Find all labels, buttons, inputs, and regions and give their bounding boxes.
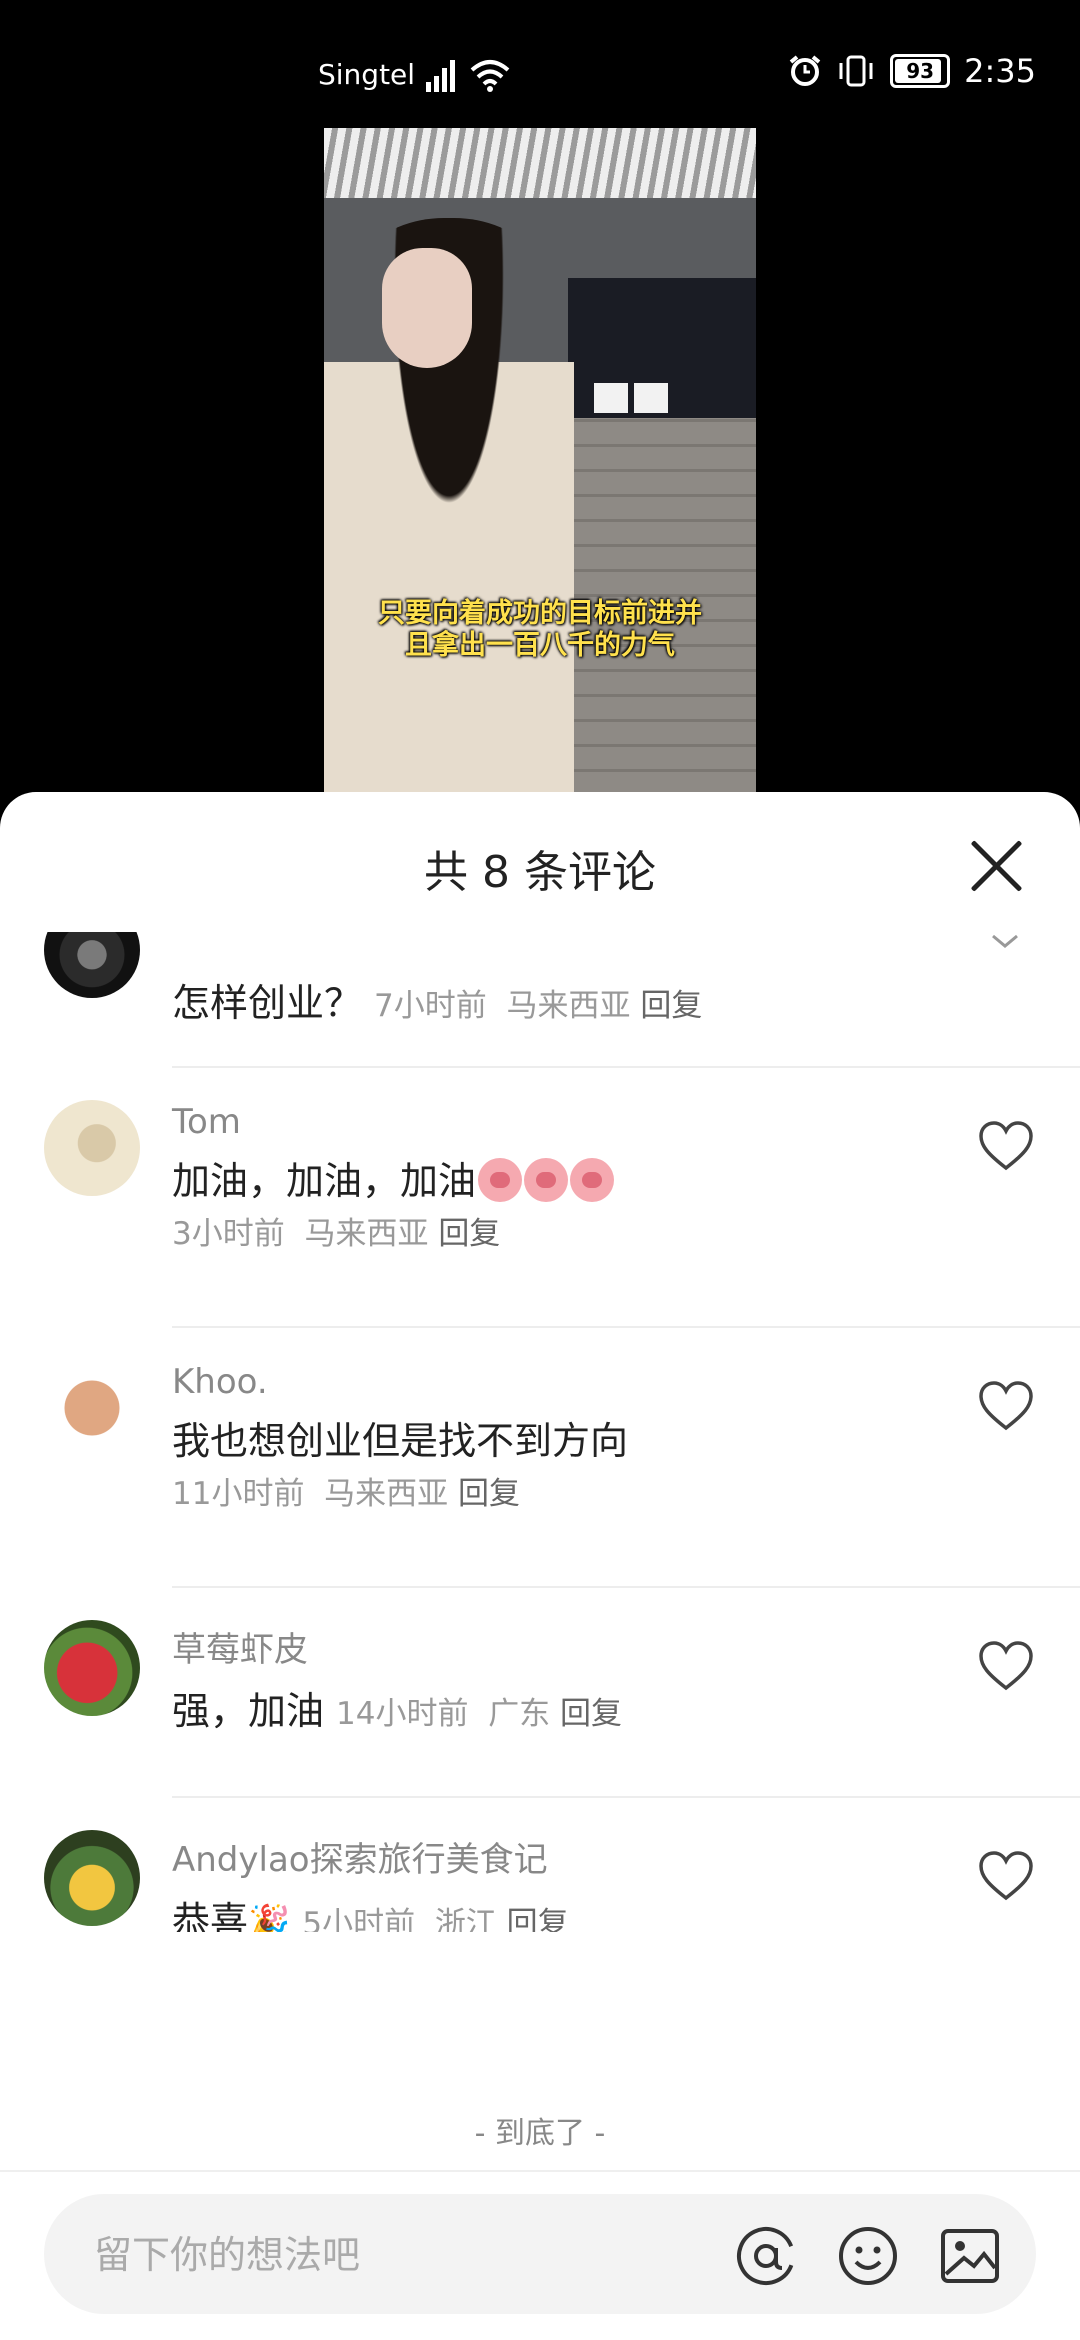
- vibrate-icon: [839, 55, 873, 87]
- avatar[interactable]: [44, 932, 140, 998]
- pig-emoji-icon: [570, 1158, 615, 1202]
- comments-list[interactable]: 怎样创业？ 7小时前 马来西亚 回复 Tom 加油，加油，加油 3小时前 马来西亚…: [0, 932, 1080, 1932]
- video-roof: [324, 128, 756, 198]
- heart-icon[interactable]: [978, 1850, 1034, 1902]
- comment-input-bar: [0, 2170, 1080, 2340]
- avatar[interactable]: [44, 1360, 140, 1456]
- battery-icon: 93: [890, 54, 951, 88]
- heart-icon[interactable]: [978, 1380, 1034, 1432]
- comment-meta: 3小时前 马来西亚 回复: [172, 1216, 501, 1252]
- wifi-icon: [470, 60, 510, 92]
- carrier-label: Singtel: [318, 58, 416, 91]
- comment-author[interactable]: Tom: [172, 1102, 241, 1142]
- comment-item: 草莓虾皮 强，加油 14小时前 广东 回复: [0, 1588, 1080, 1798]
- video-player[interactable]: 只要向着成功的目标前进并 且拿出一百八千的力气: [324, 128, 756, 794]
- heart-icon[interactable]: [978, 1640, 1034, 1692]
- comment-input[interactable]: [92, 2224, 716, 2286]
- comment-item: Andylao探索旅行美食记 恭喜🎉 5小时前 浙江 回复: [0, 1798, 1080, 1932]
- comment-text: 我也想创业但是找不到方向: [172, 1419, 629, 1463]
- comment-text: 怎样创业？ 7小时前 马来西亚 回复: [172, 981, 703, 1025]
- close-icon[interactable]: [966, 836, 1026, 896]
- reply-button[interactable]: 回复: [507, 1906, 569, 1932]
- video-backdrop: [568, 278, 756, 438]
- status-bar: Singtel 93 2:35: [0, 0, 1080, 130]
- mention-icon[interactable]: [734, 2224, 798, 2288]
- comments-title: 共 8 条评论: [424, 847, 656, 898]
- battery-level: 93: [906, 59, 935, 83]
- comment-item: 怎样创业？ 7小时前 马来西亚 回复: [0, 932, 1080, 1068]
- comment-text: 强，加油 14小时前 广东 回复: [172, 1689, 623, 1733]
- video-subtitle-line2: 且拿出一百八千的力气: [405, 630, 675, 661]
- comment-text: 恭喜🎉 5小时前 浙江 回复: [172, 1890, 569, 1932]
- comment-meta: 11小时前 马来西亚 回复: [172, 1476, 521, 1512]
- emoji-icon[interactable]: [836, 2224, 900, 2288]
- alarm-icon: [789, 55, 821, 86]
- comment-author[interactable]: Andylao探索旅行美食记: [172, 1832, 548, 1881]
- comment-text: 加油，加油，加油: [172, 1150, 615, 1205]
- pig-emoji-icon: [524, 1158, 569, 1202]
- comment-author[interactable]: 草莓虾皮: [172, 1622, 308, 1671]
- avatar[interactable]: [44, 1100, 140, 1196]
- comment-item: Tom 加油，加油，加油 3小时前 马来西亚 回复: [0, 1068, 1080, 1328]
- end-of-list-label: - 到底了 -: [474, 2116, 606, 2151]
- clock: 2:35: [964, 52, 1036, 90]
- video-subtitle-line1: 只要向着成功的目标前进并: [378, 598, 702, 629]
- video-pillow: [634, 383, 668, 413]
- reply-button[interactable]: 回复: [458, 1476, 520, 1512]
- reply-button[interactable]: 回复: [438, 1216, 500, 1252]
- avatar[interactable]: [44, 1830, 140, 1926]
- signal-icon: [426, 60, 455, 92]
- pig-emoji-icon: [478, 1158, 523, 1202]
- reply-button[interactable]: 回复: [560, 1696, 622, 1732]
- comment-author[interactable]: Khoo.: [172, 1362, 268, 1402]
- reply-button[interactable]: 回复: [640, 988, 702, 1024]
- comments-sheet: 共 8 条评论 怎样创业？ 7小时前 马来西亚 回复 Tom 加油，加油，加油 3…: [0, 792, 1080, 2340]
- chevron-down-icon[interactable]: [990, 932, 1020, 952]
- avatar[interactable]: [44, 1620, 140, 1716]
- image-icon[interactable]: [938, 2224, 1002, 2288]
- heart-icon[interactable]: [978, 1120, 1034, 1172]
- comment-item: Khoo. 我也想创业但是找不到方向 11小时前 马来西亚 回复: [0, 1328, 1080, 1588]
- comment-input-container[interactable]: [44, 2194, 1036, 2314]
- party-popper-icon: 🎉: [248, 1903, 291, 1932]
- video-face: [382, 248, 472, 368]
- video-pillow: [594, 383, 628, 413]
